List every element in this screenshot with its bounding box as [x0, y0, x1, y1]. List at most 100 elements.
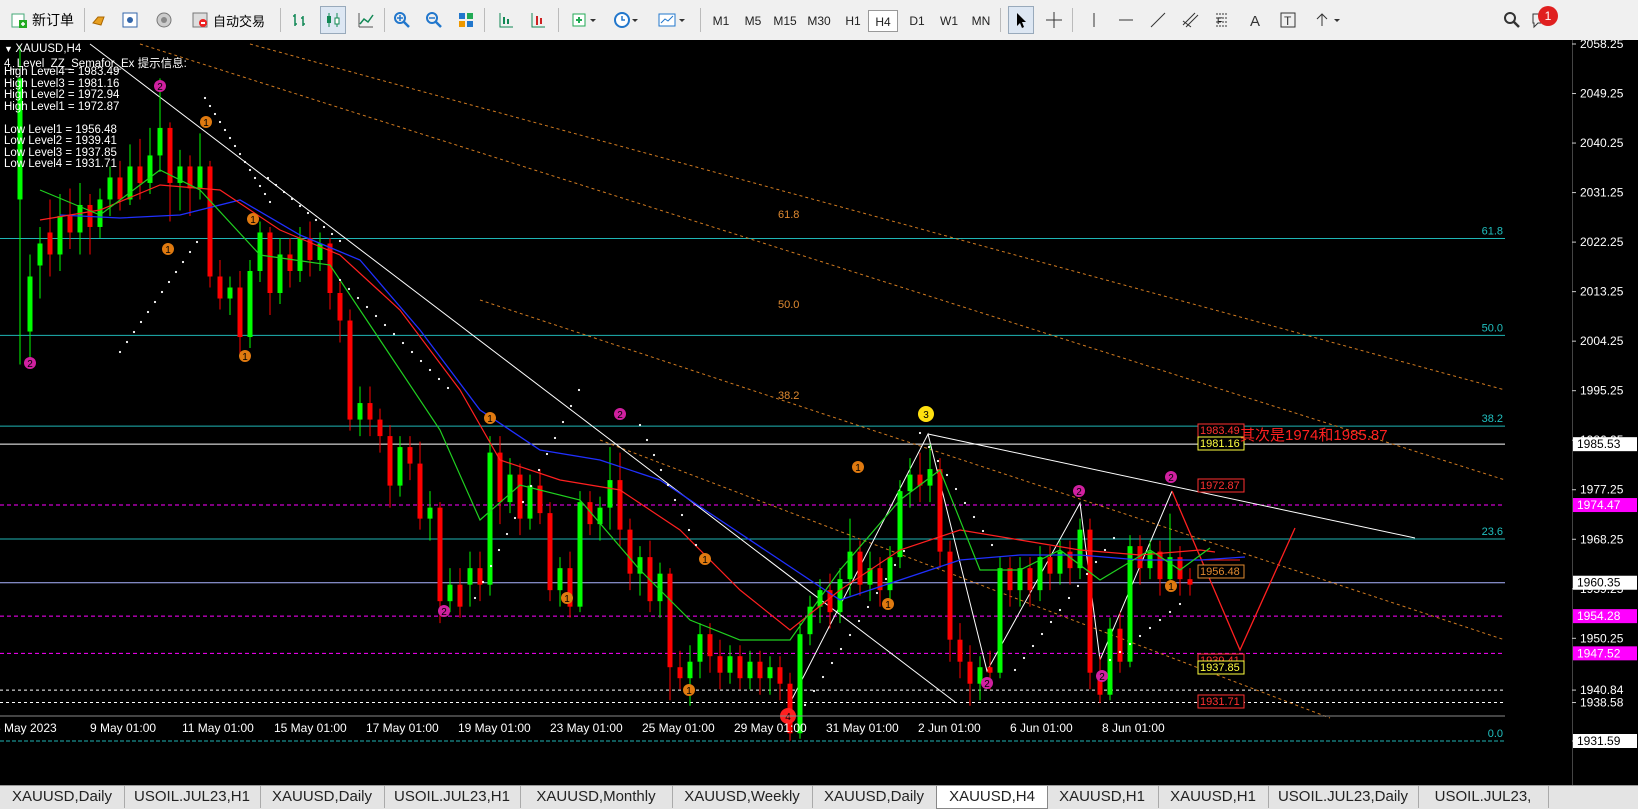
- semafor-number: 2: [441, 607, 447, 618]
- x-axis-label: 6 Jun 01:00: [1010, 721, 1073, 735]
- sar-dot: [884, 577, 888, 581]
- indicators-button[interactable]: [566, 6, 602, 34]
- sar-dot: [936, 459, 940, 463]
- zoom-out-icon: [426, 12, 442, 28]
- horizontal-line-button[interactable]: [1114, 6, 1138, 34]
- sar-dot: [875, 591, 879, 595]
- chart-tab[interactable]: XAUUSD,H1: [1158, 786, 1269, 808]
- sar-dot: [990, 543, 994, 547]
- price-tag-text: 1972.87: [1200, 480, 1240, 492]
- sar-dot: [839, 647, 843, 651]
- timeframe-m5[interactable]: M5: [738, 10, 768, 32]
- sar-dot: [673, 498, 677, 502]
- candle-body: [387, 436, 393, 486]
- vertical-line-button[interactable]: [1082, 6, 1106, 34]
- candle-body: [517, 474, 523, 519]
- sar-dot: [153, 300, 157, 304]
- crosshair-tool-button[interactable]: [1042, 6, 1066, 34]
- timeframe-mn[interactable]: MN: [966, 10, 996, 32]
- sar-dot: [139, 320, 143, 324]
- data-window-button[interactable]: [118, 6, 142, 34]
- sar-dot: [1112, 536, 1116, 540]
- chart-tab[interactable]: XAUUSD,H4: [936, 786, 1048, 809]
- price-tag-text: 1931.59: [1577, 734, 1621, 748]
- cursor-tool-button[interactable]: [1008, 6, 1034, 34]
- trendline-button[interactable]: [1146, 6, 1170, 34]
- timeframe-m1[interactable]: M1: [706, 10, 736, 32]
- chart-shift-icon: [499, 13, 513, 28]
- tile-windows-icon: [459, 13, 473, 27]
- line-chart-button[interactable]: [354, 6, 378, 34]
- new-order-icon: [11, 13, 27, 28]
- candle-body: [857, 551, 863, 585]
- timeframe-d1[interactable]: D1: [902, 10, 932, 32]
- candle-body: [507, 474, 513, 503]
- sar-dot: [1158, 618, 1162, 622]
- x-axis-label: 2 Jun 01:00: [918, 721, 981, 735]
- bar-chart-icon: [293, 14, 305, 26]
- sar-dot: [208, 104, 212, 108]
- sar-dot: [963, 501, 967, 505]
- auto-trade-button[interactable]: 自动交易: [184, 6, 272, 34]
- timeframe-h1[interactable]: H1: [838, 10, 868, 32]
- level-line: Low Level1 = 1956.48: [4, 123, 117, 136]
- zoom-in-button[interactable]: [390, 6, 414, 34]
- candlestick-button[interactable]: [320, 6, 346, 34]
- chart-window[interactable]: 61.8 50.0 38.2 23.6 0.0 61.8 50.0 38.2 2 2 2 2 2 2 2 2 1…: [0, 40, 1572, 785]
- chart-tab[interactable]: USOIL.JUL23,H1: [384, 786, 521, 808]
- arrows-button[interactable]: [1310, 6, 1346, 34]
- semafor-number: 1: [686, 686, 692, 697]
- search-button[interactable]: [1500, 6, 1524, 34]
- sar-dot: [213, 112, 217, 116]
- candle-body: [527, 485, 533, 519]
- signals-button[interactable]: [152, 6, 176, 34]
- zoom-out-button[interactable]: [422, 6, 446, 34]
- chart-tab[interactable]: XAUUSD,Daily: [260, 786, 385, 808]
- semafor-number: 1: [203, 118, 209, 129]
- bar-chart-button[interactable]: [288, 6, 312, 34]
- price-axis[interactable]: 2058.25 2049.25 2040.25 2031.25 2022.25 2013.…: [1571, 37, 1638, 785]
- timeframe-m15[interactable]: M15: [770, 10, 800, 32]
- new-order-button[interactable]: 新订单: [4, 6, 80, 34]
- candle-body: [807, 606, 813, 635]
- candle-body: [557, 568, 563, 591]
- text-tool-button[interactable]: A: [1244, 6, 1268, 34]
- chart-tab[interactable]: USOIL.JUL23,H1: [124, 786, 261, 808]
- fibonacci-button[interactable]: F: [1210, 6, 1234, 34]
- price-tag-text: 1931.71: [1200, 696, 1240, 708]
- chart-tab[interactable]: USOIL.JUL23,: [1418, 786, 1549, 808]
- candle-body: [777, 667, 783, 684]
- candle-body: [207, 166, 213, 277]
- timeframe-h4[interactable]: H4: [868, 10, 898, 32]
- x-axis-label: 19 May 01:00: [458, 721, 531, 735]
- chart-tab[interactable]: XAUUSD,Weekly: [672, 786, 813, 808]
- sar-dot: [954, 487, 958, 491]
- toolbar-separator: [280, 8, 281, 32]
- candle-body: [1067, 551, 1073, 569]
- level-line: High Level1 = 1972.87: [4, 100, 120, 113]
- price-tag-text: 1983.49: [1200, 425, 1240, 437]
- sar-dot: [927, 445, 931, 449]
- chart-tab[interactable]: USOIL.JUL23,Daily: [1268, 786, 1419, 808]
- timeframe-m30[interactable]: M30: [804, 10, 834, 32]
- templates-button[interactable]: [652, 6, 692, 34]
- chart-tab[interactable]: XAUUSD,Monthly: [520, 786, 673, 808]
- timeframe-w1[interactable]: W1: [934, 10, 964, 32]
- chart-tab[interactable]: XAUUSD,Daily: [812, 786, 937, 808]
- chart-tab[interactable]: XAUUSD,Daily: [0, 786, 125, 808]
- candle-body: [417, 463, 423, 519]
- candle-body: [487, 452, 493, 585]
- candle-body: [797, 634, 803, 734]
- price-chart[interactable]: 61.8 50.0 38.2 23.6 0.0 61.8 50.0 38.2 2 2 2 2 2 2 2 2 1…: [0, 40, 1572, 785]
- auto-scroll-button[interactable]: [526, 6, 550, 34]
- text-label-button[interactable]: T: [1276, 6, 1300, 34]
- tile-windows-button[interactable]: [454, 6, 478, 34]
- market-watch-button[interactable]: [88, 6, 112, 34]
- chart-shift-button[interactable]: [494, 6, 518, 34]
- chart-tab[interactable]: XAUUSD,H1: [1046, 786, 1159, 808]
- x-axis-label: 9 May 01:00: [90, 721, 156, 735]
- notification-badge[interactable]: 1: [1538, 6, 1558, 26]
- channel-button[interactable]: [1178, 6, 1202, 34]
- periods-button[interactable]: [608, 6, 644, 34]
- sar-dot: [218, 120, 222, 124]
